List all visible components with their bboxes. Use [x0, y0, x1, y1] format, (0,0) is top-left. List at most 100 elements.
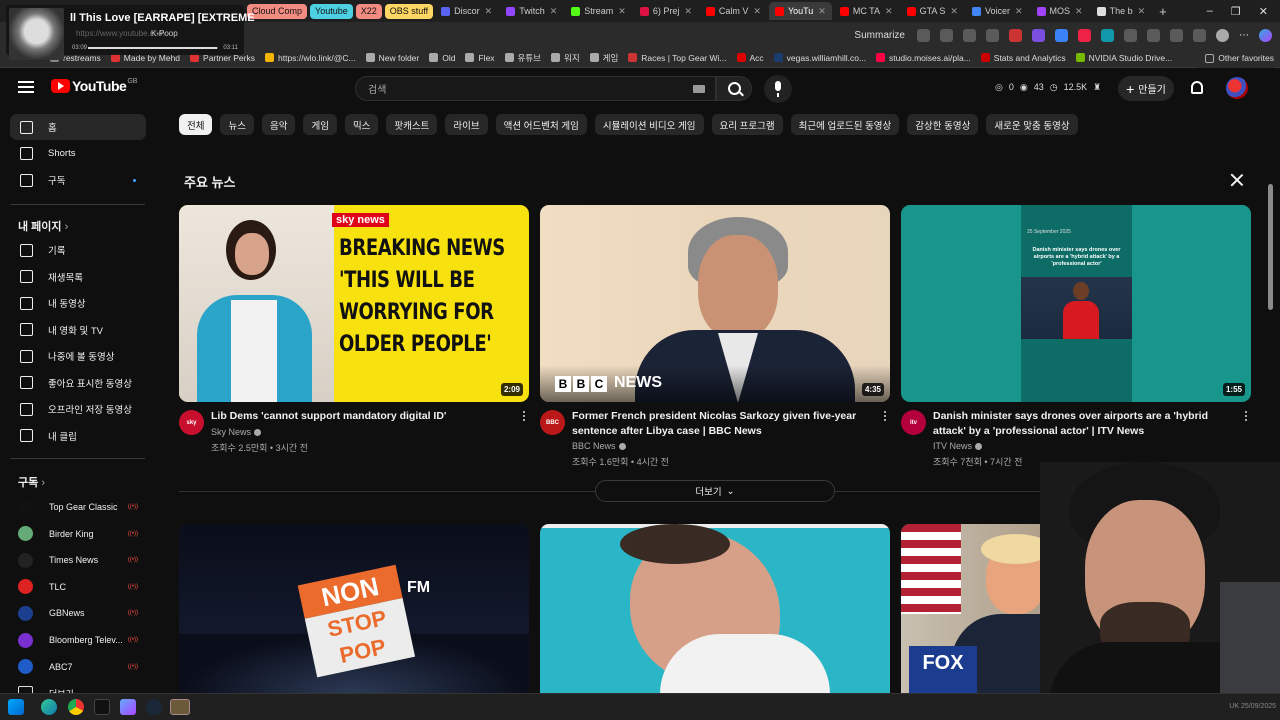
bookmark-13[interactable]: studio.moises.ai/pla...: [876, 52, 971, 64]
browser-tab-8[interactable]: Voicer ✕: [966, 2, 1029, 20]
performance-icon[interactable]: [1193, 28, 1206, 42]
channel-name[interactable]: BBC News: [572, 441, 626, 451]
tab-close-icon[interactable]: ✕: [485, 6, 493, 17]
sidebar-item-home[interactable]: 홈: [10, 114, 146, 140]
subscription-item[interactable]: Times News ((•)): [18, 549, 148, 571]
notifications-bell-icon[interactable]: [1191, 81, 1203, 94]
channel-avatar[interactable]: BBC: [540, 410, 565, 435]
tab-close-icon[interactable]: ✕: [1075, 6, 1083, 17]
browser-tab-2[interactable]: Stream ✕: [565, 2, 632, 20]
extension-purple-icon[interactable]: [1032, 28, 1045, 42]
other-favorites[interactable]: Other favorites: [1197, 48, 1274, 68]
steam-icon[interactable]: [146, 699, 162, 715]
more-actions-icon[interactable]: [523, 411, 526, 423]
sidebar-item-clips[interactable]: 내 클립: [10, 423, 146, 449]
chip-9[interactable]: 요리 프로그램: [711, 114, 783, 135]
browser-tab-4[interactable]: Calm V ✕: [700, 2, 767, 20]
close-icon[interactable]: [1229, 172, 1245, 188]
browser-tab-9[interactable]: MOS ✕: [1031, 2, 1089, 20]
tab-group-0[interactable]: Cloud Comp: [247, 3, 308, 19]
extension-icon[interactable]: [917, 28, 930, 42]
sidebar-item-subscriptions[interactable]: 구독: [10, 167, 146, 193]
extension-blue-icon[interactable]: [1055, 28, 1068, 42]
profile-icon[interactable]: [1216, 28, 1229, 42]
browser-tab-3[interactable]: 6) Prej ✕: [634, 2, 698, 20]
tab-close-icon[interactable]: ✕: [885, 6, 893, 17]
refresh-icon[interactable]: [1124, 28, 1137, 42]
bookmark-5[interactable]: Old: [429, 52, 455, 64]
copilot-icon[interactable]: [1259, 28, 1272, 42]
close-window-button[interactable]: ✕: [1259, 5, 1268, 18]
account-avatar[interactable]: [1226, 77, 1248, 99]
tab-group-2[interactable]: X22: [355, 3, 382, 19]
sidebar-item-shorts[interactable]: Shorts: [10, 141, 146, 167]
keyboard-icon[interactable]: [693, 85, 705, 93]
youtube-logo[interactable]: YouTube GB: [51, 78, 137, 94]
chip-3[interactable]: 게임: [303, 114, 337, 135]
subscription-item[interactable]: Top Gear Classic ((•)): [18, 496, 148, 518]
chip-4[interactable]: 믹스: [344, 114, 379, 135]
more-actions-icon[interactable]: [884, 411, 887, 423]
channel-name[interactable]: ITV News: [933, 441, 983, 451]
tab-close-icon[interactable]: ✕: [818, 6, 826, 17]
proton-icon[interactable]: [120, 699, 136, 715]
chip-5[interactable]: 팟캐스트: [386, 114, 438, 135]
more-actions-icon[interactable]: [1245, 411, 1248, 423]
channel-avatar[interactable]: itv: [901, 410, 926, 435]
tab-close-icon[interactable]: ✕: [1138, 6, 1146, 17]
video-thumbnail-4[interactable]: NON STOP POP FM: [179, 524, 529, 694]
chip-11[interactable]: 감상한 동영상: [907, 114, 979, 135]
terminal-icon[interactable]: [94, 699, 110, 715]
edge-icon[interactable]: [41, 699, 57, 715]
bookmark-9[interactable]: 게임: [589, 52, 618, 64]
browser-tab-7[interactable]: GTA S ✕: [901, 2, 964, 20]
browser-tab-10[interactable]: The b ✕: [1091, 2, 1152, 20]
chip-2[interactable]: 음악: [261, 114, 296, 135]
bookmark-6[interactable]: Flex: [465, 52, 495, 64]
tab-group-3[interactable]: OBS stuff: [384, 3, 434, 19]
video-title[interactable]: Lib Dems 'cannot support mandatory digit…: [211, 409, 511, 424]
extension-red-icon[interactable]: [1009, 28, 1022, 42]
search-input[interactable]: 검색: [355, 76, 716, 101]
sidebar-item-movies[interactable]: 내 영화 및 TV: [10, 317, 146, 343]
chip-1[interactable]: 뉴스: [220, 114, 254, 135]
sidebar-item-your-videos[interactable]: 내 동영상: [10, 290, 146, 316]
tab-close-icon[interactable]: ✕: [753, 6, 761, 17]
subscription-item[interactable]: Birder King ((•)): [18, 523, 148, 545]
you-heading[interactable]: 내 페이지 ›: [18, 218, 68, 234]
extension-teal-icon[interactable]: [1101, 28, 1114, 42]
sidebar-item-watch-later[interactable]: 나중에 볼 동영상: [10, 343, 146, 369]
bookmark-14[interactable]: Stats and Analytics: [980, 52, 1066, 64]
subscription-item[interactable]: TLC ((•)): [18, 576, 148, 598]
create-button[interactable]: + 만들기: [1118, 76, 1174, 101]
minimize-button[interactable]: –: [1207, 5, 1213, 17]
channel-avatar[interactable]: sky: [179, 410, 204, 435]
browser-tab-0[interactable]: Discor ✕: [435, 2, 498, 20]
tab-close-icon[interactable]: ✕: [950, 6, 958, 17]
microphone-icon[interactable]: [764, 75, 792, 103]
browser-tab-5[interactable]: YouTu ✕: [768, 2, 832, 20]
favorite-star-icon[interactable]: [986, 28, 999, 42]
sidebar-item-liked[interactable]: 좋아요 표시한 동영상: [10, 370, 146, 396]
bookmark-15[interactable]: NVIDIA Studio Drive...: [1075, 52, 1172, 64]
sidebar-item-downloads[interactable]: 오프라인 저장 동영상: [10, 396, 146, 422]
menu-icon[interactable]: [18, 81, 34, 93]
more-button[interactable]: 더보기 ⌄: [595, 480, 835, 502]
bookmark-10[interactable]: Races | Top Gear Wi...: [628, 52, 727, 64]
video-thumbnail-5[interactable]: [540, 524, 890, 694]
media-overlay[interactable]: ll This Love [EARRAPE] [EXTREME https://…: [6, 5, 255, 60]
video-title[interactable]: Danish minister says drones over airport…: [933, 409, 1233, 439]
subscription-item[interactable]: GBNews ((•)): [18, 602, 148, 624]
chip-7[interactable]: 액션 어드벤처 게임: [495, 114, 587, 135]
video-thumbnail-2[interactable]: BBC NEWS 4:35: [540, 205, 890, 402]
channel-name[interactable]: Sky News: [211, 427, 262, 437]
search-button[interactable]: [716, 76, 752, 101]
more-menu-icon[interactable]: ⋯: [1239, 30, 1249, 41]
split-screen-icon[interactable]: [940, 28, 953, 42]
tab-close-icon[interactable]: ✕: [1015, 6, 1023, 17]
collections-icon[interactable]: [1170, 28, 1183, 42]
chip-0[interactable]: 전체: [179, 114, 213, 135]
tab-group-1[interactable]: Youtube: [310, 3, 353, 19]
bookmark-7[interactable]: 유튜브: [504, 52, 541, 64]
restore-button[interactable]: ❐: [1231, 5, 1241, 18]
